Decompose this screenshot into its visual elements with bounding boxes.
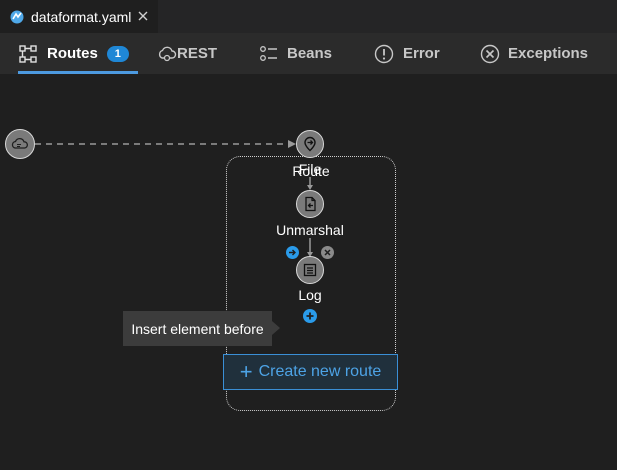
tab-routes-label: Routes bbox=[47, 45, 98, 62]
tab-error-label: Error bbox=[403, 45, 440, 62]
tab-rest-label: REST bbox=[177, 45, 218, 62]
beans-icon bbox=[259, 44, 279, 64]
create-new-route-label: Create new route bbox=[258, 363, 382, 380]
file-tab[interactable]: dataformat.yaml bbox=[0, 0, 158, 33]
plus-icon: + bbox=[239, 359, 253, 384]
delete-element-button[interactable] bbox=[321, 246, 334, 259]
log-node-label: Log bbox=[298, 287, 322, 303]
tab-rest[interactable]: REST bbox=[157, 33, 217, 74]
log-node[interactable] bbox=[296, 256, 324, 284]
tab-routes[interactable]: Routes 1 bbox=[18, 33, 138, 74]
close-icon bbox=[323, 248, 332, 257]
yaml-file-icon bbox=[10, 10, 24, 24]
arrow-right-icon bbox=[288, 248, 297, 257]
editor-tab-bar: dataformat.yaml bbox=[0, 0, 617, 33]
designer-nav: Routes 1 REST Beans Error Exceptions bbox=[0, 33, 617, 74]
close-icon[interactable] bbox=[136, 9, 150, 23]
unmarshal-icon bbox=[302, 196, 318, 212]
insert-element-tooltip: Insert element before bbox=[123, 311, 272, 346]
insert-before-button[interactable] bbox=[286, 246, 299, 259]
cloud-gear-icon bbox=[157, 44, 177, 64]
routes-count-badge: 1 bbox=[106, 45, 129, 62]
cloud-source-icon bbox=[11, 135, 29, 153]
create-new-route-button[interactable]: + Create new route bbox=[223, 354, 398, 390]
tab-beans[interactable]: Beans bbox=[259, 33, 332, 74]
routes-icon bbox=[18, 44, 38, 64]
unmarshal-node[interactable] bbox=[296, 190, 324, 218]
tab-exceptions-label: Exceptions bbox=[508, 45, 589, 62]
error-icon bbox=[374, 44, 394, 64]
add-step-button[interactable] bbox=[303, 309, 317, 323]
file-node-label: File bbox=[298, 161, 322, 177]
plus-icon bbox=[305, 311, 315, 321]
tooltip-arrow bbox=[272, 321, 280, 335]
tab-beans-label: Beans bbox=[287, 45, 333, 62]
log-icon bbox=[302, 262, 318, 278]
file-node[interactable] bbox=[296, 130, 324, 158]
file-tab-name: dataformat.yaml bbox=[31, 8, 132, 25]
file-icon bbox=[302, 136, 318, 152]
route-canvas[interactable]: Route File Unmarshal Insert element befo… bbox=[0, 74, 617, 470]
tab-error[interactable]: Error bbox=[374, 33, 440, 74]
tab-exceptions[interactable]: Exceptions bbox=[480, 33, 588, 74]
exceptions-icon bbox=[480, 44, 500, 64]
unmarshal-node-label: Unmarshal bbox=[276, 222, 344, 238]
rest-source-node[interactable] bbox=[5, 129, 35, 159]
